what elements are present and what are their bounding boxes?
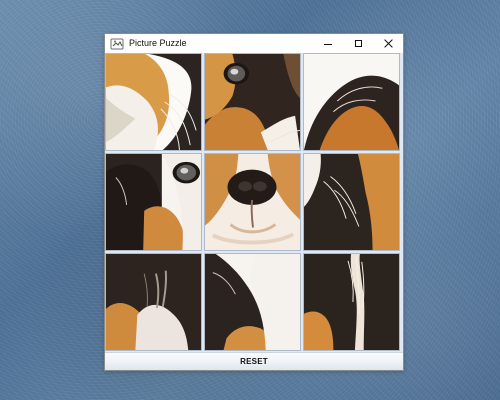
close-icon <box>384 39 393 48</box>
window-controls <box>313 34 403 53</box>
puzzle-tile-3[interactable] <box>303 53 400 151</box>
puzzle-tile-5[interactable] <box>204 153 301 251</box>
puzzle-tile-8[interactable] <box>204 253 301 351</box>
puzzle-tile-1[interactable] <box>105 53 202 151</box>
puzzle-tile-image-2 <box>205 54 300 150</box>
puzzle-tile-9[interactable] <box>303 253 400 351</box>
puzzle-tile-image-3 <box>304 54 399 150</box>
picture-puzzle-window: Picture Puzzle RESET <box>104 33 404 371</box>
window-title: Picture Puzzle <box>129 38 187 48</box>
puzzle-tile-7[interactable] <box>105 253 202 351</box>
puzzle-tile-image-7 <box>106 254 201 350</box>
maximize-icon <box>354 40 362 47</box>
puzzle-tile-image-4 <box>106 154 201 250</box>
title-bar: Picture Puzzle <box>105 34 403 54</box>
minimize-icon <box>324 43 332 45</box>
reset-button[interactable]: RESET <box>105 352 403 370</box>
puzzle-tile-image-8 <box>205 254 300 350</box>
maximize-button[interactable] <box>343 34 373 53</box>
puzzle-tile-4[interactable] <box>105 153 202 251</box>
puzzle-tile-6[interactable] <box>303 153 400 251</box>
close-button[interactable] <box>373 34 403 53</box>
puzzle-tile-image-1 <box>106 54 201 150</box>
puzzle-tile-image-9 <box>304 254 399 350</box>
puzzle-tile-image-5 <box>205 154 300 250</box>
minimize-button[interactable] <box>313 34 343 53</box>
puzzle-grid <box>105 53 403 352</box>
app-icon <box>110 38 124 50</box>
puzzle-tile-2[interactable] <box>204 53 301 151</box>
puzzle-tile-image-6 <box>304 154 399 250</box>
